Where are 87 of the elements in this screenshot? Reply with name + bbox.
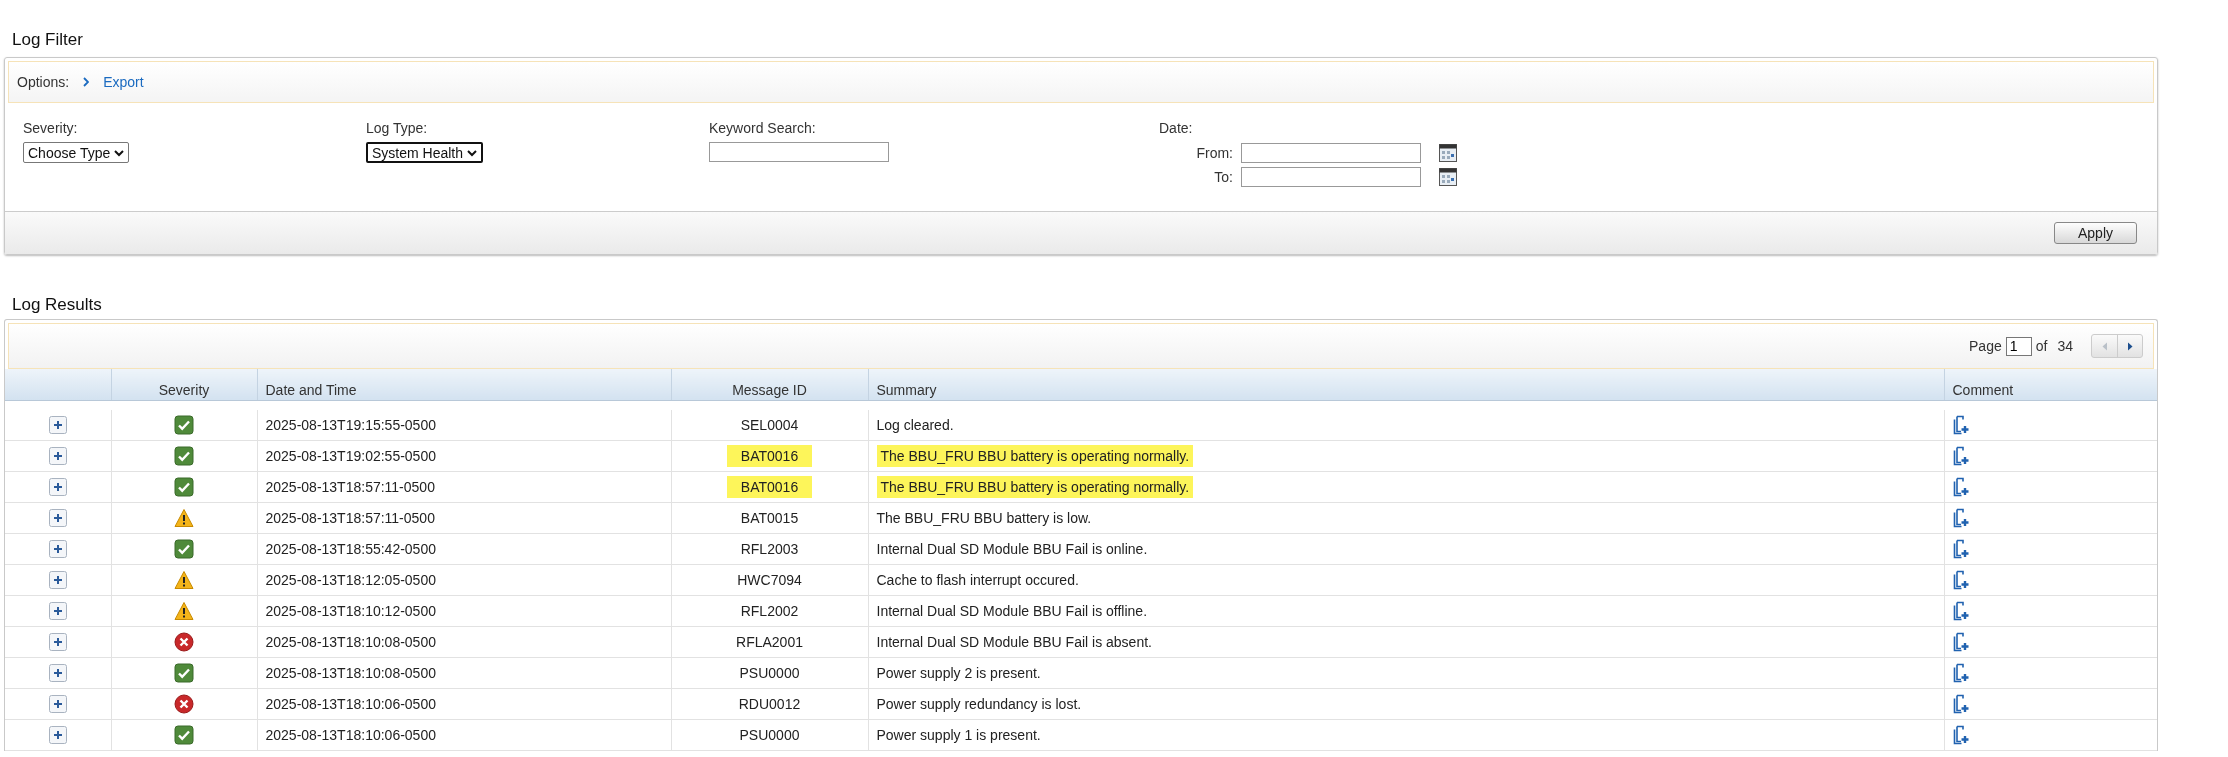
message-id: BAT0016 bbox=[726, 445, 813, 467]
add-comment-icon[interactable] bbox=[1952, 570, 1969, 590]
message-id: RFLA2001 bbox=[736, 634, 803, 650]
message-id: PSU0000 bbox=[739, 665, 800, 681]
to-date-field[interactable] bbox=[1241, 167, 1421, 187]
summary-text: Internal Dual SD Module BBU Fail is offline. bbox=[876, 603, 1148, 619]
summary-text: Internal Dual SD Module BBU Fail is online. bbox=[876, 541, 1148, 557]
add-comment-icon[interactable] bbox=[1952, 446, 1969, 466]
pager-label: Page bbox=[1969, 338, 2002, 354]
message-id: PSU0000 bbox=[739, 727, 800, 743]
message-id: RFL2002 bbox=[740, 603, 799, 619]
message-id: RFL2003 bbox=[740, 541, 799, 557]
summary-text: Cache to flash interrupt occured. bbox=[876, 572, 1079, 588]
caret-icon bbox=[114, 148, 125, 157]
field-label: To: bbox=[1213, 169, 1233, 185]
summary-text: The BBU_FRU BBU battery is operating normally. bbox=[876, 445, 1194, 467]
add-comment-icon[interactable] bbox=[1952, 663, 1969, 683]
message-id: BAT0016 bbox=[726, 476, 813, 498]
add-comment-icon[interactable] bbox=[1952, 415, 1969, 435]
table-cell: 2025-08-13T18:10:06-0500 bbox=[257, 719, 671, 751]
expand-icon[interactable] bbox=[48, 478, 67, 496]
table-cell: 2025-08-13T18:10:06-0500 bbox=[257, 688, 671, 720]
calendar-icon[interactable] bbox=[1439, 168, 1457, 186]
table-cell: 2025-08-13T18:55:42-0500 bbox=[257, 533, 671, 565]
add-comment-icon[interactable] bbox=[1952, 632, 1969, 652]
message-id: SEL0004 bbox=[740, 417, 799, 433]
table-cell: 2025-08-13T18:10:08-0500 bbox=[257, 626, 671, 658]
field-label: Log Type: bbox=[366, 120, 428, 136]
add-comment-icon[interactable] bbox=[1952, 601, 1969, 621]
caret-icon bbox=[467, 148, 478, 157]
chevron-icon bbox=[83, 77, 90, 87]
summary-text: Power supply 2 is present. bbox=[876, 665, 1041, 681]
left-triangle-icon bbox=[2101, 341, 2108, 351]
table-cell: 2025-08-13T19:02:55-0500 bbox=[257, 440, 671, 472]
expand-icon[interactable] bbox=[48, 726, 67, 744]
export-link[interactable]: Export bbox=[103, 74, 144, 90]
options-label: Options: bbox=[17, 74, 70, 90]
add-comment-icon[interactable] bbox=[1952, 539, 1969, 559]
field-label: Keyword Search: bbox=[709, 120, 816, 136]
table-cell: 2025-08-13T18:12:05-0500 bbox=[257, 564, 671, 596]
page-number-field[interactable]: 1 bbox=[2005, 336, 2032, 356]
expand-icon[interactable] bbox=[48, 447, 67, 465]
summary-text: The BBU_FRU BBU battery is operating normally. bbox=[876, 476, 1194, 498]
table-cell: 2025-08-13T18:10:08-0500 bbox=[257, 657, 671, 689]
keyword-search-field[interactable] bbox=[709, 142, 889, 162]
field-label: Severity: bbox=[23, 120, 78, 136]
expand-icon[interactable] bbox=[48, 664, 67, 682]
severity-dropdown[interactable]: Choose Type bbox=[23, 142, 130, 163]
summary-text: Power supply 1 is present. bbox=[876, 727, 1041, 743]
summary-text: Power supply redundancy is lost. bbox=[876, 696, 1082, 712]
expand-icon[interactable] bbox=[48, 509, 67, 527]
log-type-dropdown[interactable]: System Health bbox=[366, 142, 484, 163]
section-title: Log Filter bbox=[12, 29, 83, 51]
column-header[interactable]: Date and Time bbox=[257, 369, 671, 401]
column-header[interactable]: Message ID bbox=[671, 369, 868, 401]
message-id: HWC7094 bbox=[737, 572, 802, 588]
add-comment-icon[interactable] bbox=[1952, 694, 1969, 714]
from-date-field[interactable] bbox=[1241, 143, 1421, 163]
table-cell: 2025-08-13T19:15:55-0500 bbox=[257, 410, 671, 441]
column-header[interactable]: Severity bbox=[111, 369, 257, 401]
apply-button[interactable]: Apply bbox=[2054, 222, 2137, 244]
calendar-icon[interactable] bbox=[1439, 144, 1457, 162]
summary-text: Internal Dual SD Module BBU Fail is absent. bbox=[876, 634, 1152, 650]
section-title: Log Results bbox=[12, 294, 102, 316]
add-comment-icon[interactable] bbox=[1952, 477, 1969, 497]
pager-label: of bbox=[2035, 338, 2048, 354]
expand-icon[interactable] bbox=[48, 695, 67, 713]
add-comment-icon[interactable] bbox=[1952, 725, 1969, 745]
column-header[interactable]: Comment bbox=[1944, 369, 2157, 401]
table-cell: 2025-08-13T18:57:11-0500 bbox=[257, 471, 671, 503]
add-comment-icon[interactable] bbox=[1952, 508, 1969, 528]
table-cell: 2025-08-13T18:57:11-0500 bbox=[257, 502, 671, 534]
field-label: Date: bbox=[1159, 120, 1193, 136]
field-label: From: bbox=[1195, 145, 1233, 161]
column-header[interactable]: Summary bbox=[868, 369, 1944, 401]
page-count: 34 bbox=[2057, 338, 2073, 354]
summary-text: The BBU_FRU BBU battery is low. bbox=[876, 510, 1092, 526]
expand-icon[interactable] bbox=[48, 540, 67, 558]
message-id: BAT0015 bbox=[740, 510, 799, 526]
expand-icon[interactable] bbox=[48, 416, 67, 434]
table-cell: 2025-08-13T18:10:12-0500 bbox=[257, 595, 671, 627]
expand-icon[interactable] bbox=[48, 571, 67, 589]
summary-text: Log cleared. bbox=[876, 417, 954, 433]
message-id: RDU0012 bbox=[738, 696, 801, 712]
expand-icon[interactable] bbox=[48, 602, 67, 620]
expand-icon[interactable] bbox=[48, 633, 67, 651]
right-triangle-icon bbox=[2127, 341, 2133, 351]
